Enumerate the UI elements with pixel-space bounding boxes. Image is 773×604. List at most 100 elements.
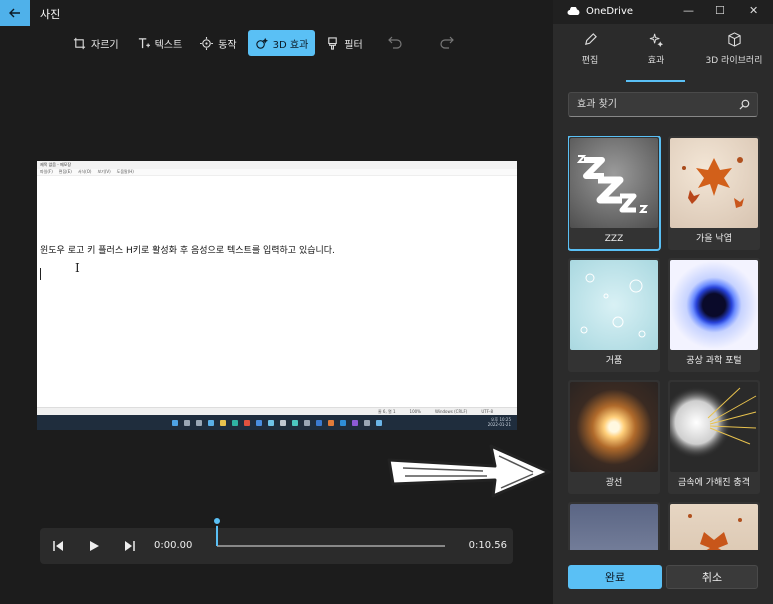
onedrive-label: OneDrive	[586, 6, 634, 17]
current-time: 0:00.00	[154, 540, 193, 551]
effect-card-light[interactable]: 광선	[568, 380, 660, 494]
minimize-icon[interactable]: —	[683, 4, 694, 17]
filter-icon	[328, 36, 338, 50]
next-frame-button[interactable]	[122, 538, 138, 554]
app-icon	[304, 419, 310, 426]
effect-card-autumn-leaves[interactable]: 가을 낙엽	[668, 136, 760, 250]
effect-thumbnail	[670, 382, 758, 472]
video-preview: 제목 없음 - 메모장 파일(F) 편집(E) 서식(O) 보기(V) 도움말(…	[37, 161, 517, 430]
effect-thumbnail	[670, 260, 758, 350]
cancel-button[interactable]: 취소	[666, 565, 758, 589]
notepad-menu-item: 도움말(H)	[116, 169, 134, 174]
app-title: 사진	[40, 8, 61, 21]
tab-effects-label: 효과	[647, 56, 665, 66]
effect-label: 광선	[605, 478, 623, 488]
settings-icon	[364, 419, 370, 426]
tab-effects[interactable]: 효과	[621, 32, 691, 82]
app-icon	[316, 419, 322, 426]
motion-button[interactable]: 동작	[193, 30, 243, 56]
edge-icon	[232, 419, 238, 426]
photos-app-window: 사진 자르기 텍스트 동작 3D 효과 필터 제목 없음 - 메모장 파일(F)…	[0, 0, 773, 604]
effect-label: 가을 낙엽	[696, 234, 732, 244]
skip-forward-icon	[125, 541, 135, 551]
redo-icon[interactable]	[440, 35, 454, 49]
filter-button[interactable]: 필터	[319, 30, 369, 56]
motion-icon	[200, 36, 214, 50]
cube-icon	[727, 32, 741, 47]
notepad-menu: 파일(F) 편집(E) 서식(O) 보기(V) 도움말(H)	[37, 169, 517, 176]
app-icon	[280, 419, 286, 426]
effects-search	[568, 92, 758, 117]
tab-edit-label: 편집	[581, 56, 599, 66]
skip-back-icon	[53, 541, 63, 551]
notepad-icon	[376, 419, 382, 426]
crop-button[interactable]: 자르기	[66, 30, 126, 56]
3d-effects-label: 3D 효과	[272, 39, 309, 51]
sparkle-icon	[649, 33, 663, 47]
tab-3d-library[interactable]: 3D 라이브러리	[699, 32, 769, 82]
arrow-graphic	[387, 444, 551, 498]
notepad-menu-item: 파일(F)	[40, 169, 53, 174]
effects-panel: 편집 효과 3D 라이브러리 효과 찾기 ZZZ 가을 낙엽 거품 공상 과학 …	[553, 0, 773, 604]
notepad-text: 윈도우 로고 키 플러스 H키로 활성화 후 음성으로 텍스트를 입력하고 있습…	[40, 246, 335, 256]
text-caret	[40, 268, 41, 280]
status-encoding: UTF-8	[481, 409, 493, 414]
leaves-graphic	[682, 157, 744, 208]
effect-card-scifi-portal[interactable]: 공상 과학 포털	[668, 258, 760, 372]
notepad-menu-item: 서식(O)	[77, 169, 92, 174]
undo-icon[interactable]	[388, 35, 402, 49]
effect-card-zzz[interactable]: ZZZ	[568, 136, 661, 251]
widgets-icon	[208, 419, 214, 426]
3d-effects-button[interactable]: 3D 효과	[247, 30, 316, 56]
effect-thumbnail	[570, 138, 658, 228]
play-icon	[90, 541, 99, 551]
pencil-icon	[584, 33, 597, 45]
back-arrow-icon	[9, 8, 20, 18]
effects-search-input[interactable]	[569, 93, 734, 116]
browser-icon	[244, 419, 250, 426]
notepad-menu-item: 편집(E)	[58, 169, 72, 174]
status-position: 줄 6, 열 1	[377, 408, 396, 414]
zzz-graphic	[576, 155, 649, 213]
text-button[interactable]: 텍스트	[130, 30, 190, 56]
motion-label: 동작	[218, 39, 237, 51]
text-icon	[138, 37, 150, 48]
tab-3d-library-label: 3D 라이브러리	[705, 56, 763, 66]
tab-edit[interactable]: 편집	[555, 32, 625, 82]
effect-label: ZZZ	[604, 234, 624, 244]
effect-thumbnail	[670, 138, 758, 228]
cloud-icon	[567, 7, 580, 15]
playhead-handle[interactable]	[212, 516, 222, 526]
active-tab-indicator	[626, 80, 685, 82]
taskview-icon	[196, 419, 202, 426]
previous-frame-button[interactable]	[50, 538, 66, 554]
onedrive-status[interactable]: OneDrive	[567, 6, 633, 17]
effect-thumbnail	[570, 382, 658, 472]
close-icon[interactable]: ✕	[749, 4, 758, 17]
ibeam-cursor-icon: I	[75, 261, 80, 275]
crop-icon	[73, 37, 86, 49]
effect-thumbnail	[570, 504, 658, 550]
notepad-menu-item: 보기(V)	[97, 169, 111, 174]
effect-card-metal-impact[interactable]: 금속에 가해진 충격	[668, 380, 760, 494]
status-zoom: 100%	[409, 409, 421, 414]
maximize-icon[interactable]: ☐	[715, 4, 725, 17]
app-icon	[268, 419, 274, 426]
store-icon	[256, 419, 262, 426]
start-icon	[172, 419, 178, 426]
edit-toolbar: 자르기 텍스트 동작 3D 효과 필터	[66, 30, 370, 56]
effect-card-bubbles[interactable]: 거품	[568, 258, 660, 372]
play-button[interactable]	[86, 538, 102, 554]
notepad-titlebar: 제목 없음 - 메모장	[37, 161, 517, 169]
search-icon	[184, 419, 190, 426]
effect-label: 공상 과학 포털	[686, 356, 742, 366]
effect-card[interactable]	[668, 502, 760, 550]
timeline-track[interactable]	[217, 545, 445, 547]
search-icon[interactable]	[739, 99, 750, 110]
clock-date: 2022-01-21	[487, 422, 511, 427]
done-button[interactable]: 완료	[568, 565, 662, 589]
crop-label: 자르기	[91, 39, 119, 51]
back-button[interactable]	[0, 0, 30, 26]
effect-card[interactable]	[568, 502, 660, 550]
3d-effects-icon	[255, 37, 268, 49]
